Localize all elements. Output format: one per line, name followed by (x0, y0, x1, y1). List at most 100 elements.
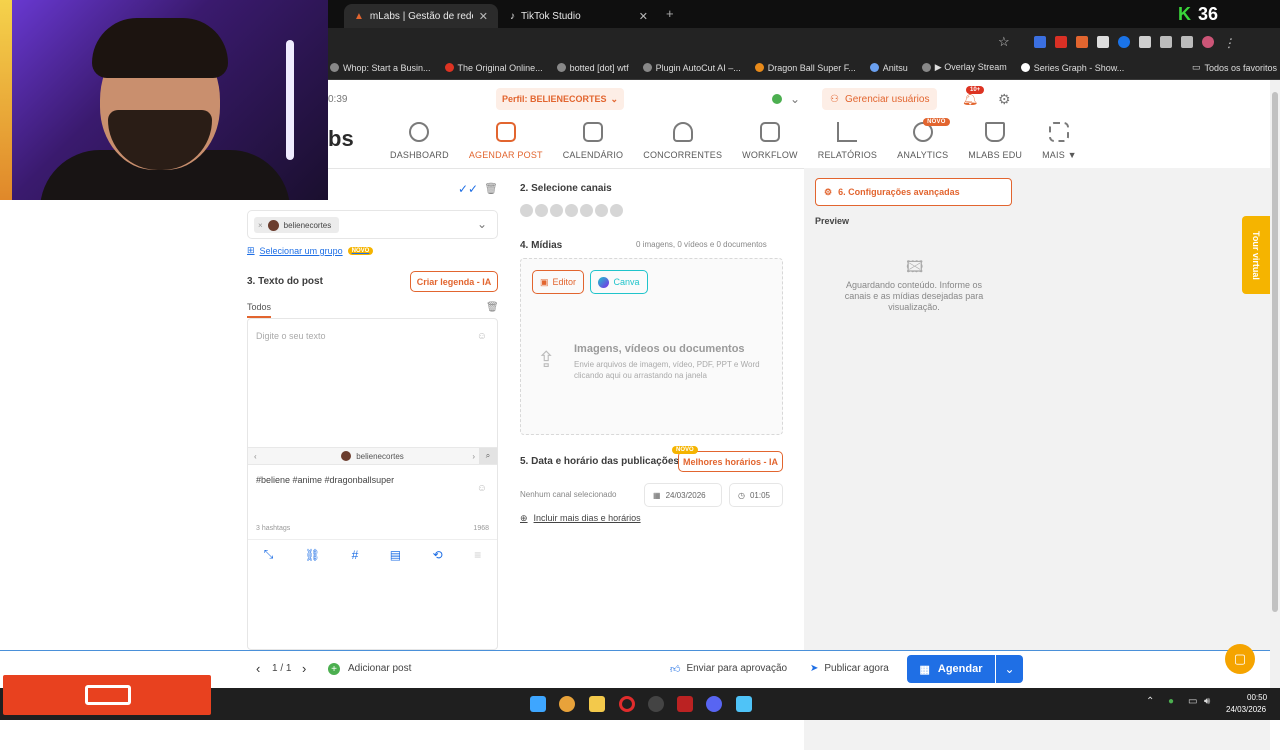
schedule-button[interactable]: ▦ Agendar (907, 655, 995, 683)
chat-support-button[interactable]: ▢ (1225, 644, 1255, 674)
nav-mlabs-edu[interactable]: MLABS EDU (958, 122, 1032, 160)
bookmark-item[interactable]: Plugin AutoCut AI –... (642, 63, 741, 73)
file-icon[interactable]: ▤ (390, 548, 401, 562)
include-more-link[interactable]: ⊕ Incluir mais dias e horários (520, 513, 641, 524)
chevron-right-icon[interactable]: › (302, 661, 306, 676)
tiktok-favicon-icon: ♪ (510, 10, 515, 22)
search-icon[interactable]: ⌕ (479, 448, 497, 464)
pager: 1 / 1 (272, 663, 292, 674)
profile-chip[interactable]: × belienecortes (254, 217, 340, 233)
chrome-icon[interactable] (559, 696, 575, 712)
nav-analytics[interactable]: ANALYTICS NOVO (887, 118, 958, 160)
new-tab-icon[interactable]: + (666, 6, 674, 21)
close-tab-icon[interactable]: ✕ (639, 10, 648, 23)
calendar-icon: ▦ (653, 490, 661, 500)
add-post-button[interactable]: + Adicionar post (328, 663, 411, 675)
profile-select[interactable]: × belienecortes ⌄ (247, 210, 498, 239)
close-tab-icon[interactable]: ✕ (479, 10, 488, 23)
plus-circle-icon: ⊕ (520, 513, 528, 523)
link-icon[interactable]: ⛓ (305, 548, 320, 562)
discord-icon[interactable] (706, 696, 722, 712)
nav-concorrentes[interactable]: CONCORRENTES (633, 122, 732, 160)
bookmark-item[interactable]: Dragon Ball Super F... (754, 63, 856, 73)
bookmark-item[interactable]: botted [dot] wtf (556, 63, 629, 73)
all-favorites[interactable]: ▭ Todos os favoritos (1192, 62, 1277, 73)
align-icon[interactable]: ≡ (474, 548, 481, 562)
facebook-icon[interactable] (565, 204, 578, 217)
voicemeeter-icon[interactable] (677, 696, 693, 712)
notepad-icon[interactable] (736, 696, 752, 712)
nav-agendar-post[interactable]: AGENDAR POST (459, 122, 553, 160)
settings-gear-icon[interactable]: ⚙ (998, 88, 1011, 110)
volume-icon[interactable]: 🔊︎ (1204, 696, 1210, 707)
avatar (267, 219, 279, 231)
hashtag-icon[interactable]: # (352, 548, 359, 562)
bookmark-item[interactable]: Anitsu (869, 63, 908, 73)
post-text-input[interactable]: Digite o seu texto (256, 331, 326, 341)
star-icon[interactable]: ☆ (998, 34, 1010, 50)
time-picker[interactable]: ◷ 01:05 (729, 483, 783, 507)
emoji-icon[interactable]: ☺ (477, 483, 487, 494)
repeat-icon[interactable]: ⟲ (433, 548, 443, 562)
tab-tiktok[interactable]: ♪ TikTok Studio ✕ (500, 4, 658, 28)
tab-todos[interactable]: Todos (247, 302, 272, 318)
mic-icon[interactable]: ● (1168, 696, 1174, 707)
send-icon: ➤ (810, 663, 819, 674)
canva-button[interactable]: Canva (590, 270, 648, 294)
send-approval-button[interactable]: 👍︎ Enviar para aprovação (670, 663, 787, 675)
chevron-right-icon[interactable]: › (472, 452, 475, 461)
instagram-alt-icon[interactable] (550, 204, 563, 217)
editor-toolbar: ⤡ ⛓ # ▤ ⟲ ≡ (248, 539, 497, 569)
publish-now-button[interactable]: ➤ Publicar agora (810, 663, 889, 674)
opera-icon[interactable] (619, 696, 635, 712)
create-caption-ai-button[interactable]: Criar legenda - IA (410, 271, 498, 292)
select-group-link[interactable]: ⊞ Selecionar um grupo NOVO (247, 245, 374, 256)
bookmark-item[interactable]: ▶ Overlay Stream (921, 62, 1007, 73)
avatar (341, 451, 352, 461)
tiktok-icon[interactable] (610, 204, 623, 217)
schedule-options-button[interactable]: ⌄ (996, 655, 1023, 683)
tour-virtual-tab[interactable]: Tour virtual (1242, 216, 1270, 294)
upload-description: Envie arquivos de imagem, vídeo, PDF, PP… (574, 360, 760, 380)
windows-start-icon[interactable] (530, 696, 546, 712)
emoji-icon[interactable]: ☺ (477, 331, 487, 342)
nav-relatorios[interactable]: RELATÓRIOS (808, 122, 887, 160)
nav-calendario[interactable]: CALENDÁRIO (553, 122, 634, 160)
editor-button[interactable]: ▣ Editor (532, 270, 584, 294)
youtube-icon[interactable] (595, 204, 608, 217)
chevron-left-icon[interactable]: ‹ (254, 452, 257, 461)
nav-workflow[interactable]: WORKFLOW (732, 122, 808, 160)
nav-mais[interactable]: MAIS ▼ (1032, 122, 1087, 160)
nav-dashboard[interactable]: DASHBOARD (380, 122, 459, 160)
facebook-page-icon[interactable] (580, 204, 593, 217)
bookmark-item[interactable]: The Original Online... (444, 63, 543, 73)
mlabs-favicon-icon: ▲ (354, 10, 364, 22)
trash-icon[interactable]: 🗑︎ (484, 182, 498, 195)
clock-date: 24/03/2026 (1226, 705, 1267, 714)
bookmark-item[interactable]: Whop: Start a Busin... (330, 63, 431, 73)
status-indicator[interactable]: ⌄ (772, 88, 800, 110)
tab-mlabs[interactable]: ▲ mLabs | Gestão de redes sociais ✕ (344, 4, 498, 28)
chevron-left-icon[interactable]: ‹ (256, 661, 260, 676)
media-dropzone[interactable]: ▣ Editor Canva ⇪ Imagens, vídeos ou docum… (520, 258, 783, 435)
double-check-icon[interactable]: ✓✓ (458, 182, 478, 196)
chevron-down-icon: ⌄ (610, 93, 619, 104)
remove-chip-icon[interactable]: × (258, 221, 263, 230)
instagram-icon[interactable] (520, 204, 533, 217)
tray-chevron-icon[interactable]: ⌃ (1146, 696, 1154, 707)
obs-icon[interactable] (648, 696, 664, 712)
hashtag-text[interactable]: #beliene #anime #dragonballsuper (256, 475, 394, 485)
file-explorer-icon[interactable] (589, 696, 605, 712)
network-icon[interactable]: ▭ (1188, 696, 1197, 707)
profile-selector[interactable]: Perfil: BELIENECORTES ⌄ (496, 88, 625, 110)
threads-icon[interactable] (535, 204, 548, 217)
bookmark-item[interactable]: Series Graph - Show... (1020, 63, 1124, 73)
shrink-icon[interactable]: ⤡ (264, 547, 274, 562)
date-picker[interactable]: ▦ 24/03/2026 (644, 483, 722, 507)
manage-users-button[interactable]: ⚇ Gerenciar usuários (822, 88, 938, 110)
advanced-settings-button[interactable]: ⚙ 6. Configurações avançadas (815, 178, 1012, 206)
page-scrollbar[interactable] (1270, 80, 1280, 688)
trash-icon[interactable]: 🗑︎ (486, 302, 499, 313)
best-times-ai-button[interactable]: Melhores horários - IA (678, 451, 783, 472)
clock-icon: ◷ (738, 490, 745, 500)
